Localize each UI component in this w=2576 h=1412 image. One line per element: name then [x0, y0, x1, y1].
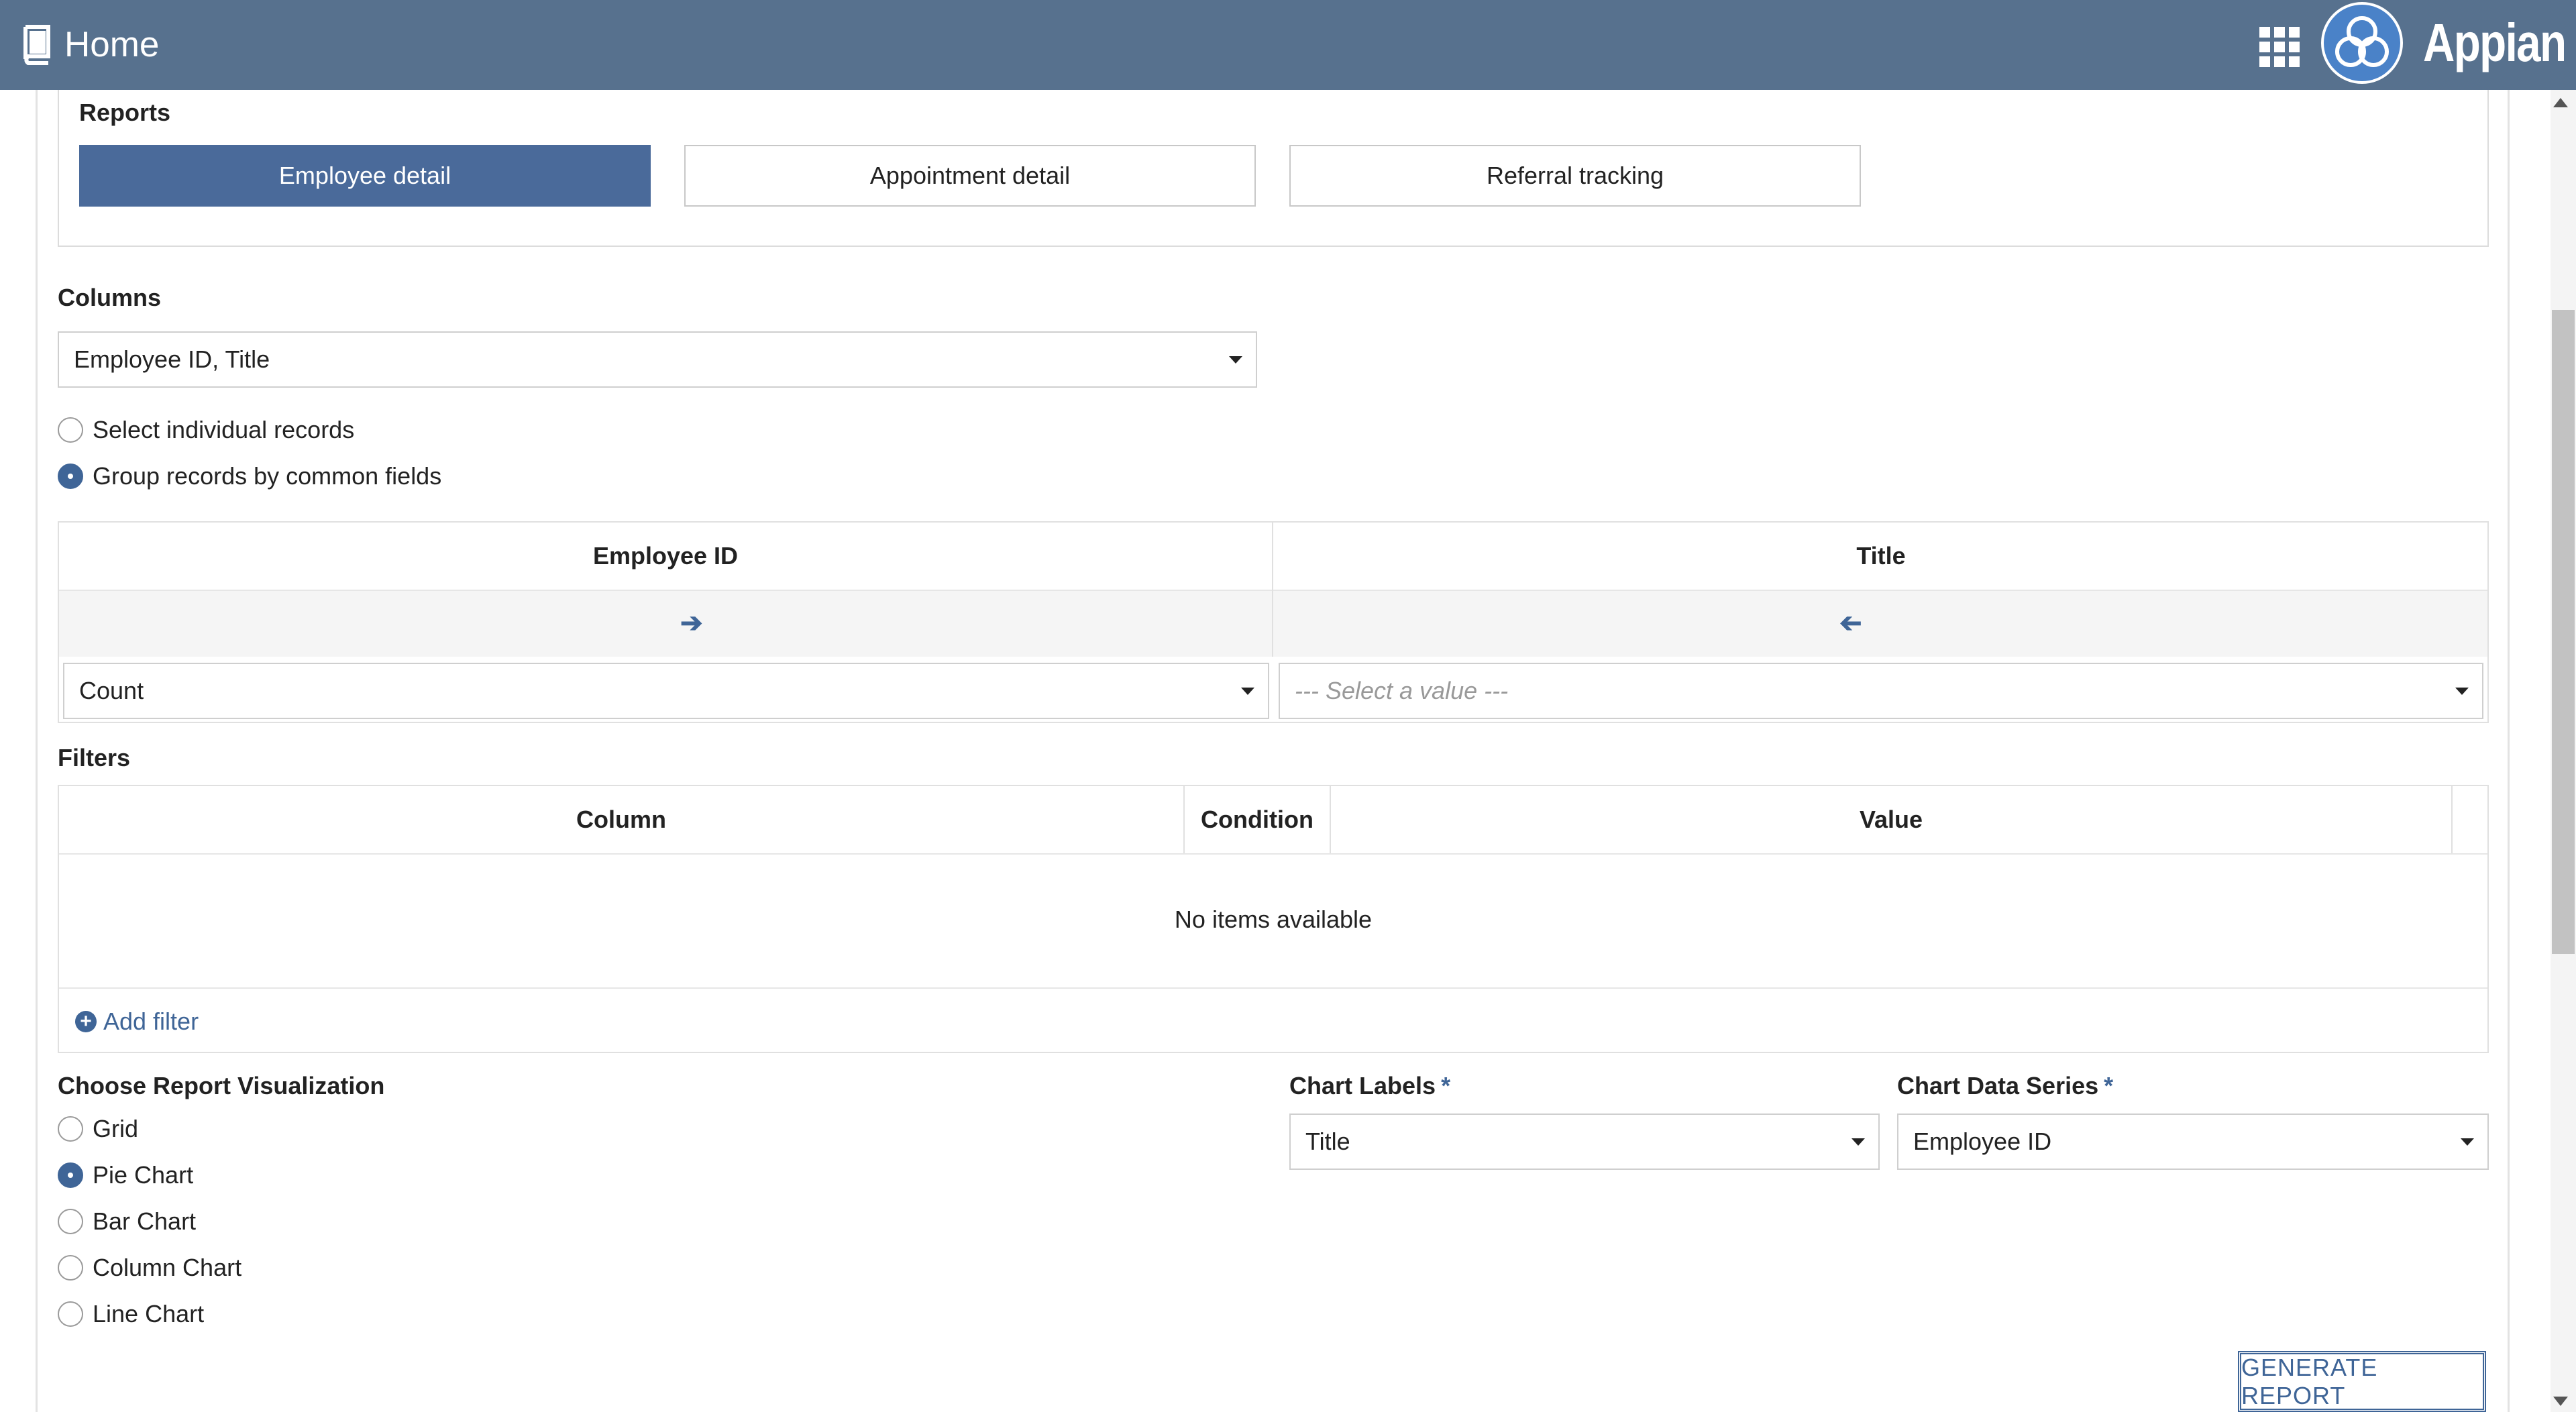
row-divider [59, 987, 2487, 989]
page-title[interactable]: Home [64, 15, 159, 75]
radio-button[interactable] [58, 464, 83, 489]
chart-data-series-dropdown[interactable]: Employee ID [1897, 1114, 2489, 1170]
radio-label: Bar Chart [93, 1207, 197, 1235]
generate-report-button[interactable]: GENERATE REPORT [2238, 1351, 2486, 1412]
column-header: Column [576, 806, 666, 833]
brand-logo: Appian [2423, 13, 2567, 72]
referral-tracking-button[interactable]: Referral tracking [1289, 145, 1861, 207]
radio-button[interactable] [58, 1301, 83, 1327]
radio-button[interactable] [58, 417, 83, 443]
chevron-down-icon [1851, 1138, 1865, 1146]
user-avatar[interactable] [2321, 2, 2403, 84]
column-header: Condition [1201, 806, 1313, 833]
empty-message: No items available [1174, 906, 1373, 933]
radio-bar-chart[interactable]: Bar Chart [58, 1205, 196, 1238]
scroll-up-arrow-icon[interactable] [2553, 98, 2568, 107]
radio-label: Select individual records [93, 416, 355, 443]
radio-label: Column Chart [93, 1254, 242, 1281]
required-marker: * [2104, 1072, 2114, 1099]
chevron-down-icon [1229, 356, 1242, 364]
radio-column-chart[interactable]: Column Chart [58, 1252, 241, 1284]
scroll-down-arrow-icon[interactable] [2553, 1397, 2568, 1406]
aggregation-dropdown-title[interactable]: --- Select a value --- [1279, 663, 2483, 719]
reorder-row [59, 590, 2487, 657]
required-marker: * [1441, 1072, 1451, 1099]
add-filter-label: Add filter [103, 1008, 199, 1035]
appian-mark-icon [2335, 16, 2389, 67]
column-header: Title [1856, 542, 1906, 569]
radio-line-chart[interactable]: Line Chart [58, 1298, 204, 1330]
aggregation-dropdown-employee-id[interactable]: Count [63, 663, 1269, 719]
radio-label: Group records by common fields [93, 462, 442, 490]
chevron-down-icon [2455, 688, 2469, 695]
radio-label: Pie Chart [93, 1161, 194, 1189]
arrow-left-icon[interactable]: ➔ [1839, 608, 1862, 639]
radio-button[interactable] [58, 1162, 83, 1188]
employee-detail-button[interactable]: Employee detail [79, 145, 651, 207]
chevron-down-icon [2461, 1138, 2474, 1146]
frame-divider [36, 90, 38, 1412]
radio-label: Line Chart [93, 1300, 205, 1327]
dropdown-placeholder: --- Select a value --- [1295, 677, 1509, 704]
arrow-right-icon[interactable]: ➔ [680, 608, 703, 639]
dropdown-value: Employee ID [1913, 1128, 2052, 1155]
plus-circle-icon: + [75, 1011, 97, 1032]
dropdown-value: Count [79, 677, 144, 704]
frame-divider [2508, 90, 2510, 1412]
radio-button[interactable] [58, 1209, 83, 1234]
radio-label: Grid [93, 1115, 139, 1142]
chart-series-text: Chart Data Series [1897, 1072, 2099, 1099]
chart-labels-dropdown[interactable]: Title [1289, 1114, 1880, 1170]
radio-pie-chart[interactable]: Pie Chart [58, 1159, 193, 1191]
row-divider [59, 853, 2487, 855]
radio-group-records[interactable]: Group records by common fields [58, 460, 441, 492]
add-filter-link[interactable]: + Add filter [75, 1005, 199, 1038]
column-header: Value [1859, 806, 1923, 833]
column-header: Employee ID [592, 542, 739, 569]
dropdown-value: Title [1305, 1128, 1350, 1155]
chevron-down-icon [1241, 688, 1254, 695]
chart-labels-label: Chart Labels * [1289, 1071, 1450, 1101]
column-divider [2451, 786, 2453, 853]
radio-select-individual[interactable]: Select individual records [58, 414, 354, 446]
radio-button[interactable] [58, 1255, 83, 1281]
radio-grid[interactable]: Grid [58, 1113, 138, 1145]
column-divider [1272, 590, 1273, 657]
radio-button[interactable] [58, 1116, 83, 1142]
visualization-label: Choose Report Visualization [58, 1072, 385, 1099]
appointment-detail-button[interactable]: Appointment detail [684, 145, 1256, 207]
columns-dropdown[interactable]: Employee ID, Title [58, 331, 1257, 388]
app-launcher-icon[interactable] [2259, 27, 2300, 67]
chart-data-series-label: Chart Data Series * [1897, 1071, 2113, 1101]
columns-dropdown-value: Employee ID, Title [74, 345, 270, 373]
book-icon [23, 25, 50, 65]
filters-label: Filters [58, 744, 131, 771]
reports-label: Reports [79, 99, 171, 126]
chart-labels-text: Chart Labels [1289, 1072, 1436, 1099]
top-bar [0, 0, 2576, 90]
columns-label: Columns [58, 284, 162, 311]
scrollbar-thumb[interactable] [2552, 310, 2575, 954]
